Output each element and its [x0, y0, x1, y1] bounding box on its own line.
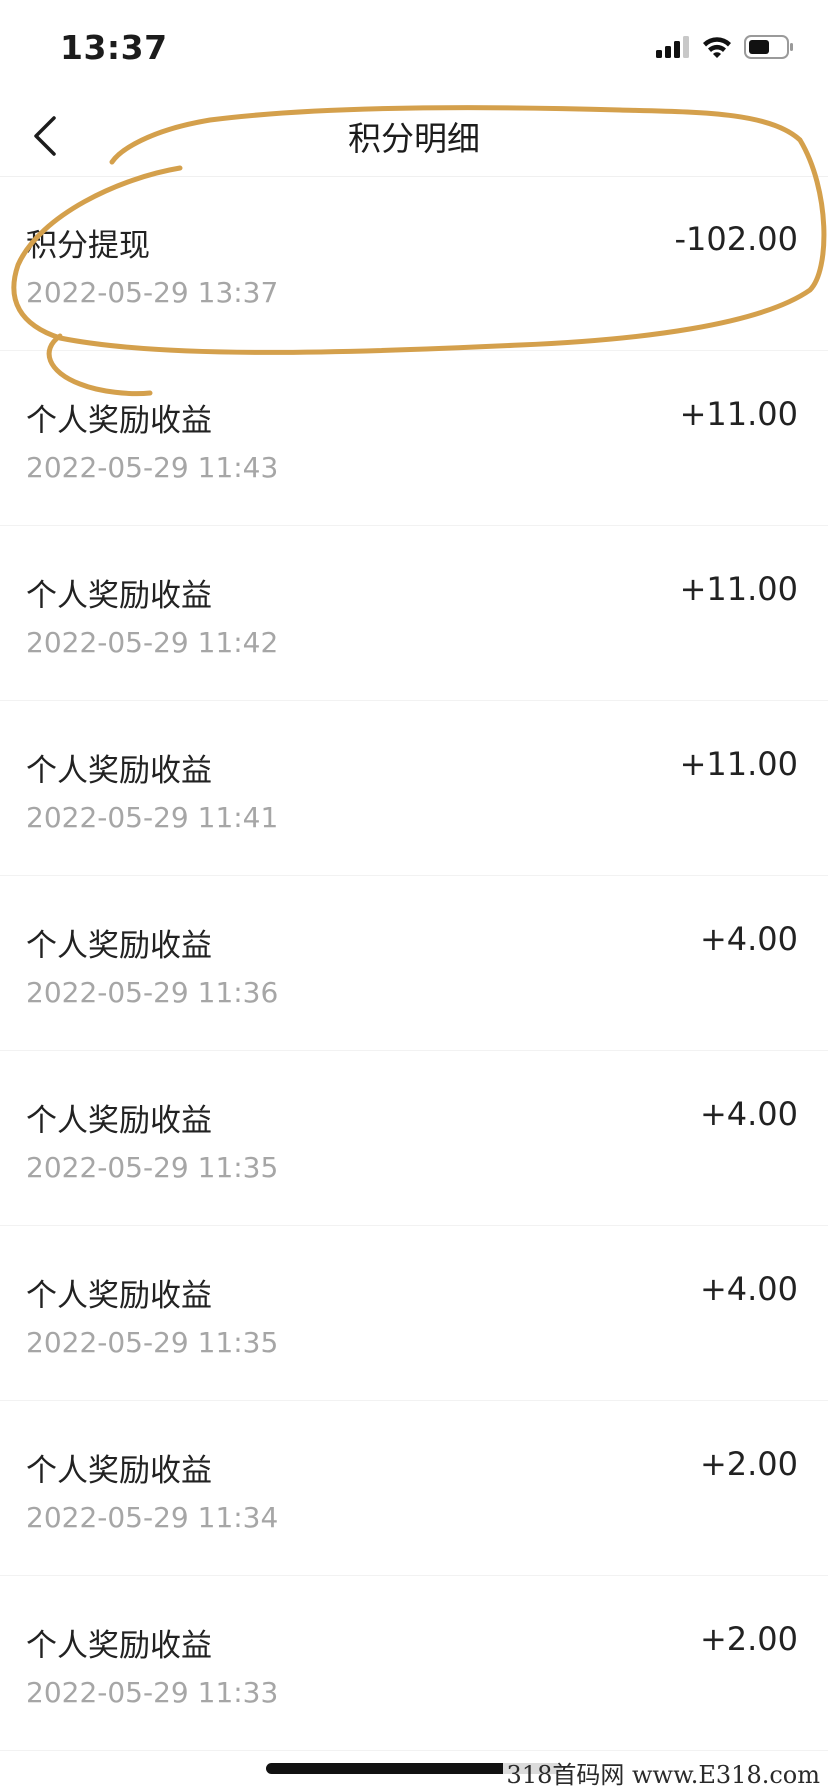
record-amount: +11.00: [679, 570, 798, 608]
list-item[interactable]: 个人奖励收益 2022-05-29 11:43 +11.00: [0, 351, 828, 526]
record-amount: +4.00: [699, 1095, 798, 1133]
nav-bar: 积分明细: [0, 96, 828, 177]
list-item[interactable]: 个人奖励收益 2022-05-29 11:34 +2.00: [0, 1401, 828, 1576]
status-icons: [656, 34, 794, 64]
list-item[interactable]: 个人奖励收益 2022-05-29 11:36 +4.00: [0, 876, 828, 1051]
record-amount: +2.00: [699, 1445, 798, 1483]
cellular-signal-icon: [656, 36, 690, 62]
page-title: 积分明细: [348, 119, 480, 158]
record-time: 2022-05-29 11:35: [26, 1151, 279, 1184]
list-item[interactable]: 个人奖励收益 2022-05-29 11:42 +11.00: [0, 526, 828, 701]
record-title: 个人奖励收益: [26, 1103, 212, 1139]
record-title: 积分提现: [26, 228, 150, 264]
list-item[interactable]: 个人奖励收益 2022-05-29 11:35 +4.00: [0, 1226, 828, 1401]
record-amount: -102.00: [674, 220, 798, 258]
record-time: 2022-05-29 11:36: [26, 976, 279, 1009]
record-title: 个人奖励收益: [26, 403, 212, 439]
list-item[interactable]: 个人奖励收益 2022-05-29 11:35 +4.00: [0, 1051, 828, 1226]
list-item[interactable]: 积分提现 2022-05-29 13:37 -102.00: [0, 176, 828, 351]
record-title: 个人奖励收益: [26, 928, 212, 964]
record-time: 2022-05-29 11:41: [26, 801, 279, 834]
status-time: 13:37: [60, 28, 168, 67]
list-item[interactable]: 个人奖励收益 2022-05-29 11:41 +11.00: [0, 701, 828, 876]
record-title: 个人奖励收益: [26, 1628, 212, 1664]
record-title: 个人奖励收益: [26, 1278, 212, 1314]
record-time: 2022-05-29 11:43: [26, 451, 279, 484]
status-bar: 13:37: [0, 0, 828, 96]
battery-icon: [744, 35, 794, 63]
record-amount: +4.00: [699, 1270, 798, 1308]
record-amount: +4.00: [699, 920, 798, 958]
record-time: 2022-05-29 11:33: [26, 1676, 279, 1709]
points-record-list: 积分提现 2022-05-29 13:37 -102.00 个人奖励收益 202…: [0, 176, 828, 1751]
list-item[interactable]: 个人奖励收益 2022-05-29 11:33 +2.00: [0, 1576, 828, 1751]
record-amount: +2.00: [699, 1620, 798, 1658]
record-time: 2022-05-29 13:37: [26, 276, 279, 309]
record-title: 个人奖励收益: [26, 1453, 212, 1489]
record-time: 2022-05-29 11:34: [26, 1501, 279, 1534]
wifi-icon: [702, 36, 732, 62]
record-title: 个人奖励收益: [26, 753, 212, 789]
record-title: 个人奖励收益: [26, 578, 212, 614]
record-amount: +11.00: [679, 395, 798, 433]
record-time: 2022-05-29 11:35: [26, 1326, 279, 1359]
record-amount: +11.00: [679, 745, 798, 783]
record-time: 2022-05-29 11:42: [26, 626, 279, 659]
watermark: 318首码网 www.E318.com: [502, 1755, 824, 1790]
